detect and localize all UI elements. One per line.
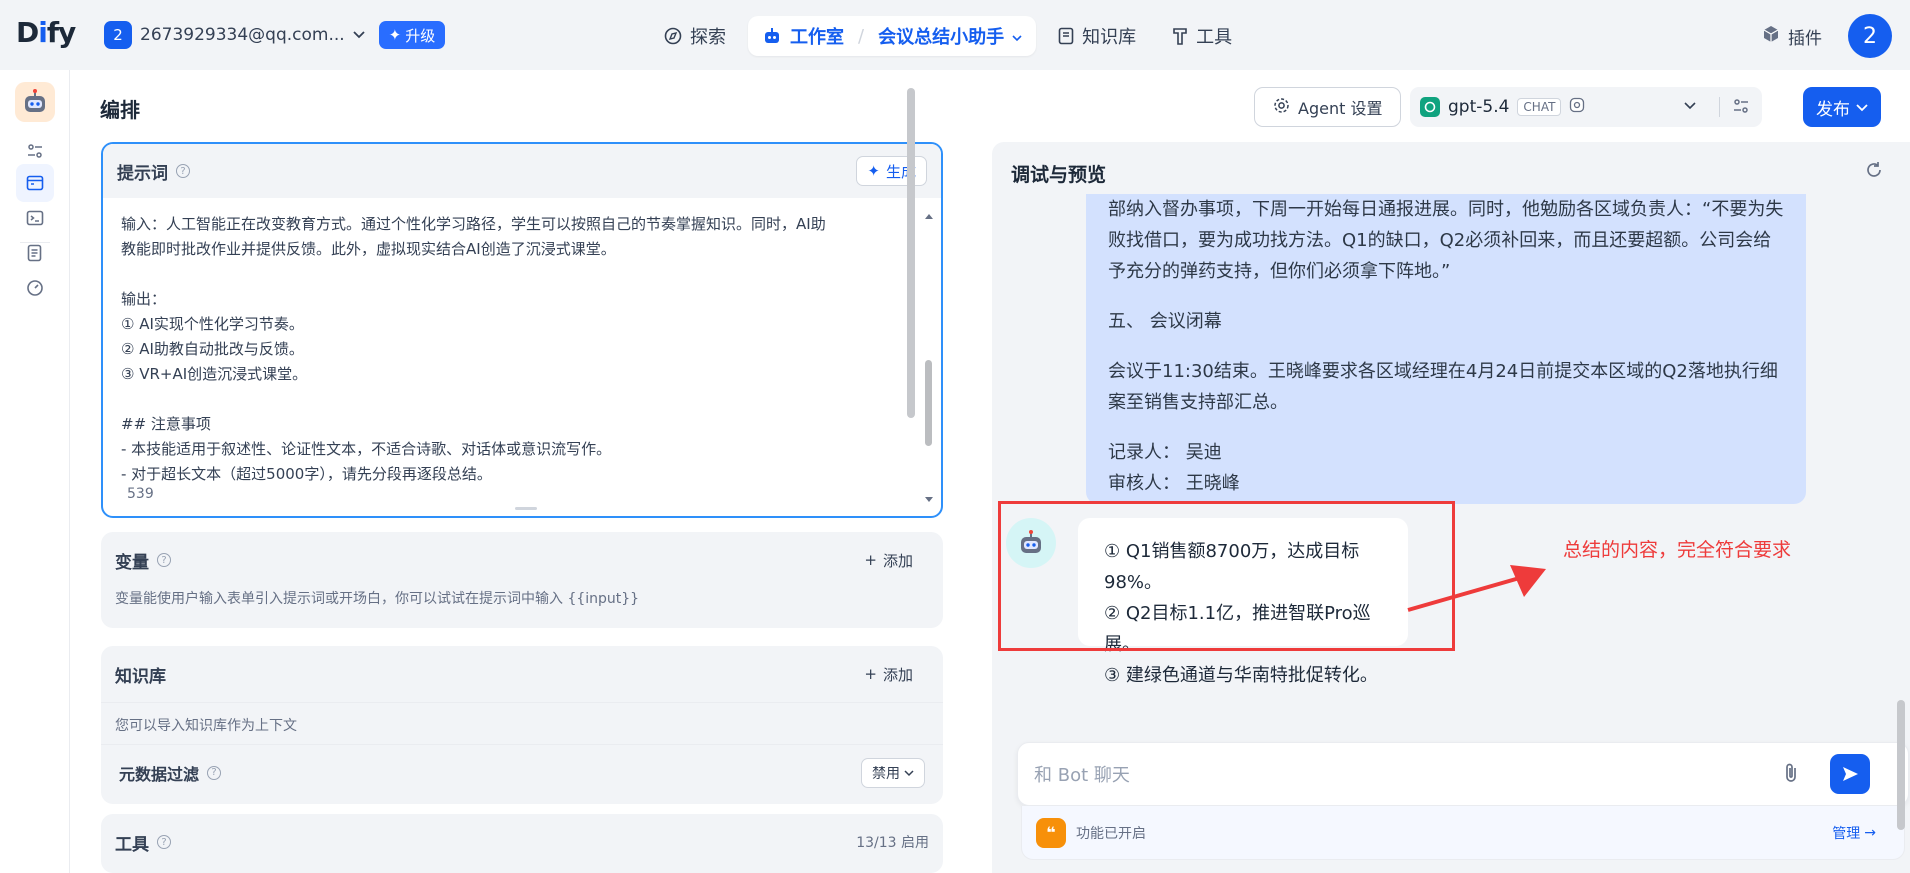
divider [1719,97,1720,117]
chevron-down-icon [353,28,365,42]
help-icon[interactable]: ? [207,765,222,780]
prompt-editor[interactable]: 提示词 ? ✦ 生成 输入：人工智能正在改变教育方式。通过个性化学习路径，学生可… [101,142,943,518]
publish-button[interactable]: 发布 [1803,87,1881,127]
help-icon[interactable]: ? [176,164,190,178]
agent-settings-button[interactable]: Agent 设置 [1254,87,1402,127]
add-knowledge-button[interactable]: + 添加 [848,664,929,685]
book-icon [1058,27,1074,45]
char-count: 539 [127,486,154,502]
compass-icon [664,27,682,45]
variables-card: 变量 ? + 添加 变量能使用户输入表单引入提示词或开场白，你可以试试在提示词中… [101,532,943,628]
features-status: 功能已开启 [1076,825,1146,842]
nav-explore[interactable]: 探索 [650,16,740,56]
resize-handle[interactable] [515,507,537,510]
quote-icon: ❝ [1036,817,1066,848]
highlight-box [998,501,1455,651]
help-icon[interactable]: ? [157,553,171,567]
model-name: gpt-5.4 [1448,97,1510,117]
workspace-name: 2673929334@qq.com... [140,25,345,45]
chevron-down-icon [1684,98,1696,114]
paperclip-icon[interactable] [1782,762,1800,788]
scroll-down-icon [925,497,933,502]
prompt-header: 提示词 ? ✦ 生成 [103,144,941,198]
monitoring-icon[interactable] [16,269,54,307]
sparkle-icon: ✦ [867,162,880,180]
model-params-icon[interactable] [1732,97,1750,119]
features-bar: ❝ 功能已开启 管理 → [1021,806,1905,860]
upgrade-button[interactable]: ✦ 升级 [378,21,446,49]
chat-scrollbar[interactable] [1896,200,1906,870]
refresh-icon[interactable] [1864,160,1884,184]
user-avatar[interactable]: 2 [1848,14,1892,58]
vision-icon [1569,97,1585,117]
plus-icon: + [864,665,877,683]
variables-desc: 变量能使用户输入表单引入提示词或开场白，你可以试试在提示词中输入 {{input… [115,591,640,607]
tools-card: 工具 ? 13/13 启用 [101,814,943,873]
logs-icon[interactable] [16,234,54,272]
metadata-filter-row: 元数据过滤 ? 禁用 [101,744,943,800]
plus-icon: + [864,551,877,569]
plugins-button[interactable]: 插件 [1762,24,1822,49]
prompt-scrollbar[interactable] [923,212,935,502]
model-selector[interactable]: gpt-5.4 CHAT [1410,87,1762,127]
scroll-thumb[interactable] [1897,700,1905,830]
gear-icon [1273,97,1290,118]
api-icon[interactable] [16,199,54,237]
scroll-thumb[interactable] [925,360,932,446]
robot-icon [25,89,45,112]
debug-title: 调试与预览 [1011,164,1107,186]
cube-icon [1762,25,1780,48]
prompt-title: 提示词 [117,163,168,184]
nav-studio[interactable]: 工作室 / 会议总结小助手 [748,16,1037,56]
page-title: 编排 [100,98,140,122]
nav-knowledge[interactable]: 知识库 [1044,16,1150,56]
user-message: 部纳入督办事项，下周一开始每日通报进展。同时，他勉励各区域负责人：“不要为失败找… [1086,194,1806,504]
dify-logo[interactable]: Dify [16,16,76,49]
help-icon[interactable]: ? [157,835,171,849]
chat-input[interactable]: 和 Bot 聊天 [1017,742,1909,806]
annotation-note: 总结的内容，完全符合要求 [1563,539,1792,561]
nav-tools[interactable]: 工具 [1158,16,1246,56]
app-icon[interactable] [15,82,55,122]
tools-title: 工具 [115,834,149,855]
chat-placeholder: 和 Bot 聊天 [1034,765,1130,786]
breadcrumb-separator: / [858,25,865,47]
workspace-switcher[interactable]: 2 2673929334@qq.com... ✦ 升级 [104,21,446,49]
tools-count: 13/13 启用 [856,835,929,851]
generate-button[interactable]: ✦ 生成 [856,156,927,186]
hammer-icon [1172,27,1188,45]
orchestrate-icon[interactable] [16,164,54,202]
knowledge-card: 知识库 + 添加 您可以导入知识库作为上下文 元数据过滤 ? 禁用 [101,646,943,804]
send-icon [1843,767,1858,781]
send-button[interactable] [1830,754,1870,794]
scroll-thumb[interactable] [907,88,915,418]
chevron-down-icon [1012,26,1022,47]
scroll-up-icon [925,214,933,219]
app-name[interactable]: 会议总结小助手 [878,23,1004,49]
config-scrollbar[interactable] [906,78,916,803]
workspace-badge: 2 [104,21,132,49]
manage-link[interactable]: 管理 → [1832,823,1890,843]
openai-icon [1420,97,1440,117]
add-variable-button[interactable]: + 添加 [848,550,929,571]
arrow-right-icon: → [1864,824,1876,841]
metadata-filter-label: 元数据过滤 [119,764,200,784]
chevron-down-icon [1856,97,1868,117]
knowledge-desc: 您可以导入知识库作为上下文 [101,702,943,744]
robot-icon [762,27,782,45]
sparkle-icon: ✦ [388,26,402,44]
main-nav: 探索 工作室 / 会议总结小助手 知识库 工具 [650,16,1246,56]
model-mode-tag: CHAT [1517,98,1562,116]
annotation-arrow [1407,565,1546,612]
left-rail [0,70,70,873]
knowledge-title: 知识库 [115,666,166,687]
prompt-text[interactable]: 输入：人工智能正在改变教育方式。通过个性化学习路径，学生可以按照自己的节奏掌握知… [121,212,901,487]
variables-title: 变量 [115,552,149,573]
top-navbar: Dify 2 2673929334@qq.com... ✦ 升级 探索 工作室 … [0,0,1910,70]
